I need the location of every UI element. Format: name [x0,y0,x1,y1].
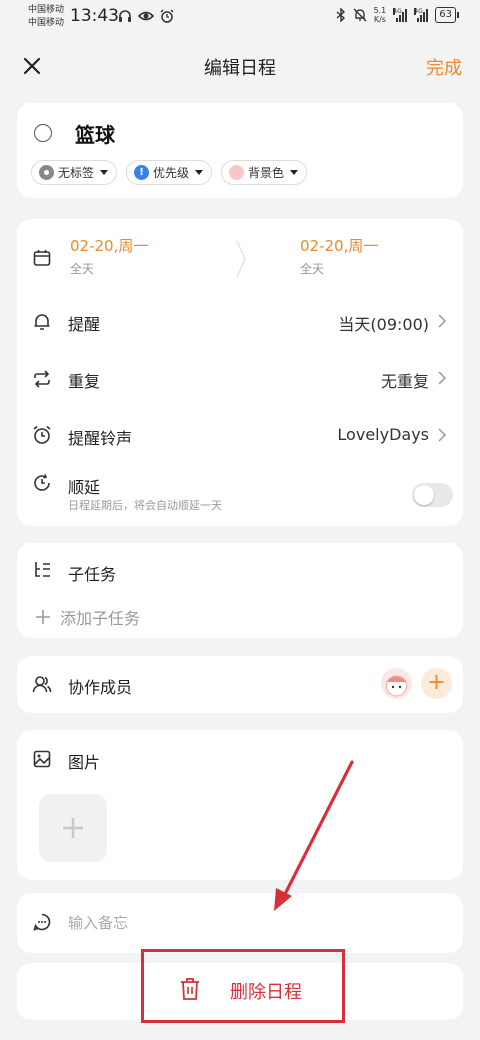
bell-icon [34,314,50,330]
memo-input[interactable]: 输入备忘 [68,912,128,933]
battery-icon: 63 [435,7,459,23]
dropdown-icon [290,170,299,175]
alarm-clock-icon [33,425,51,444]
users-icon [32,676,52,693]
chat-bubble-icon [33,913,51,931]
postpone-note: 日程延期后，将会自动顺延一天 [68,499,222,512]
page-title: 编辑日程 [204,58,276,79]
chevron-right-icon [438,314,447,328]
status-bar: 中国移动 中国移动 13:43 5.1 K/s 4G 4G 63 [0,0,480,36]
done-button[interactable]: 完成 [426,54,462,80]
images-title: 图片 [68,753,101,772]
dropdown-icon [195,170,204,175]
plus-icon [36,610,50,624]
add-member-button[interactable]: + [421,668,452,699]
start-all-day: 全天 [70,262,95,276]
members-title: 协作成员 [68,678,133,697]
complete-checkbox[interactable] [34,124,52,142]
add-subtask-button[interactable]: 添加子任务 [34,605,140,629]
carrier-info: 中国移动 中国移动 [28,4,64,30]
plus-icon [63,818,83,838]
avatar[interactable] [381,668,412,699]
calendar-icon [33,250,51,266]
signal-1-icon: 4G [393,8,408,22]
task-chips: 无标签 ! 优先级 背景色 [31,160,308,185]
task-card: 篮球 无标签 ! 优先级 背景色 [17,103,463,198]
chevron-right-icon [438,428,447,442]
bluetooth-icon [336,8,345,22]
images-card: 图片 [17,730,463,880]
highlight-box [141,949,345,1023]
postpone-toggle[interactable] [412,483,453,507]
net-speed: 5.1 K/s [373,6,387,24]
repeat-icon [34,370,50,388]
start-date: 02-20,周一 [70,237,149,255]
background-color-chip[interactable]: 背景色 [221,160,308,185]
color-swatch-icon [229,165,245,180]
carrier-2: 中国移动 [28,18,65,28]
end-date: 02-20,周一 [300,237,379,255]
members-card: 协作成员 + [17,656,463,713]
tag-chip[interactable]: 无标签 [31,160,118,185]
status-time: 13:43 [70,6,119,26]
eye-icon [138,11,154,21]
headphones-icon [119,10,131,22]
subtask-icon [35,562,50,577]
mute-bell-icon [353,8,367,22]
chevron-right-icon [236,240,246,278]
priority-chip[interactable]: ! 优先级 [126,160,213,185]
dropdown-icon [100,170,109,175]
add-image-button[interactable] [39,794,107,862]
tag-icon [39,165,54,180]
task-title[interactable]: 篮球 [75,119,115,148]
subtask-card: 子任务 添加子任务 [17,543,463,638]
memo-card[interactable]: 输入备忘 [17,893,463,953]
top-bar: 编辑日程 完成 [0,44,480,88]
subtask-title: 子任务 [68,565,117,584]
priority-icon: ! [134,165,150,180]
clock-arrow-icon [34,474,50,491]
alarm-icon [160,9,174,23]
carrier-1: 中国移动 [28,5,65,15]
image-icon [33,750,51,768]
schedule-card: 02-20,周一 全天 02-20,周一 全天 提醒 当天(09:00) 重复 … [17,219,463,526]
signal-2-icon: 4G [414,8,429,22]
end-all-day: 全天 [300,262,325,276]
chevron-right-icon [438,371,447,385]
